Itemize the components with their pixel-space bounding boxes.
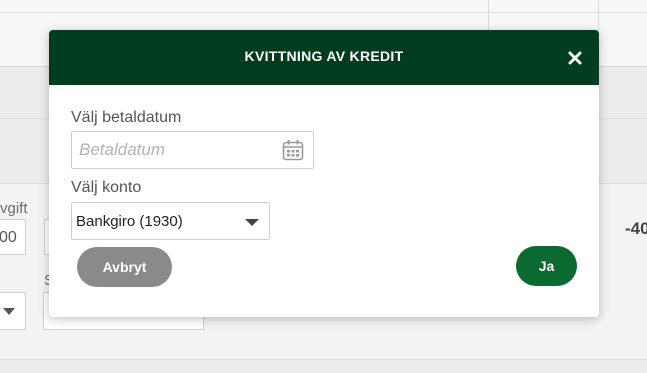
dialog-header: KVITTNING AV KREDIT (49, 30, 599, 85)
payment-date-label: Välj betaldatum (71, 109, 182, 126)
calendar-icon[interactable] (282, 139, 304, 161)
account-selected-value: Bankgiro (1930) (76, 213, 183, 230)
cancel-button[interactable]: Avbryt (77, 247, 172, 287)
credit-settlement-dialog: KVITTNING AV KREDIT Välj betaldatum Välj… (49, 30, 599, 317)
close-button[interactable] (565, 48, 585, 68)
close-icon (568, 51, 582, 65)
confirm-button[interactable]: Ja (516, 246, 577, 286)
payment-date-input[interactable] (71, 131, 314, 169)
account-label: Välj konto (71, 179, 142, 196)
chevron-down-icon (245, 219, 259, 226)
account-select[interactable]: Bankgiro (1930) (71, 202, 270, 240)
dialog-title: KVITTNING AV KREDIT (244, 48, 404, 64)
